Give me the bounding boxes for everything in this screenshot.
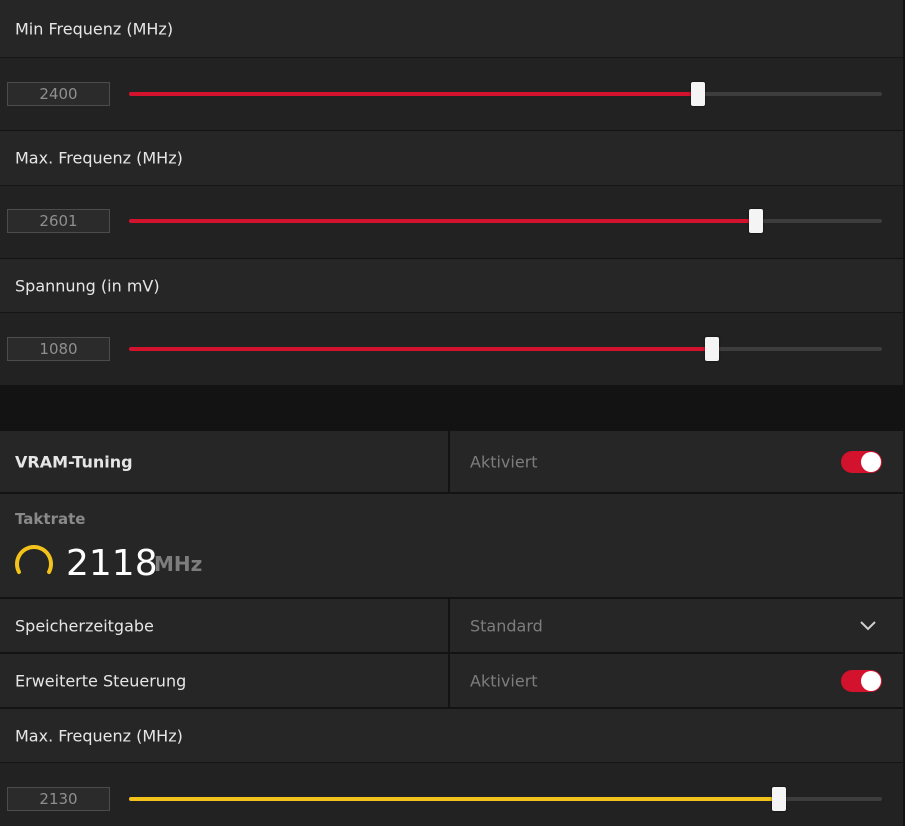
vram-max-freq-input[interactable]: 2130 (7, 787, 110, 811)
advanced-control-label-cell: Erweiterte Steuerung (0, 654, 448, 707)
chevron-down-icon[interactable] (860, 620, 876, 631)
max-freq-row: 2601 (0, 186, 903, 258)
vram-clock-heading: Taktrate (15, 510, 86, 528)
memory-timing-dropdown[interactable]: Standard (450, 599, 903, 652)
vram-max-freq-slider-thumb[interactable] (771, 787, 786, 811)
max-freq-header: Max. Frequenz (MHz) (0, 131, 903, 186)
min-freq-slider-thumb[interactable] (690, 82, 705, 106)
max-freq-label: Max. Frequenz (MHz) (15, 148, 183, 168)
advanced-control-label: Erweiterte Steuerung (15, 671, 187, 690)
vram-clock-panel: Taktrate 2118 MHz (0, 494, 903, 597)
vram-tuning-toggle-knob (861, 451, 881, 472)
vram-max-freq-slider-fill (129, 797, 779, 801)
vram-tuning-label: VRAM-Tuning (15, 452, 133, 471)
vram-tuning-toggle[interactable] (841, 450, 882, 473)
vram-max-freq-label: Max. Frequenz (MHz) (15, 726, 183, 745)
memory-timing-value: Standard (470, 616, 543, 635)
clock-gauge-icon (15, 545, 53, 574)
advanced-control-toggle-cell[interactable]: Aktiviert (450, 654, 903, 707)
max-freq-slider-thumb[interactable] (749, 209, 764, 233)
memory-timing-label: Speicherzeitgabe (15, 616, 154, 635)
memory-timing-label-cell: Speicherzeitgabe (0, 599, 448, 652)
advanced-control-toggle-knob (861, 670, 881, 691)
vram-max-freq-header: Max. Frequenz (MHz) (0, 709, 903, 763)
vram-max-freq-slider[interactable] (129, 787, 882, 811)
min-freq-slider[interactable] (129, 82, 882, 106)
voltage-slider-thumb[interactable] (704, 337, 719, 361)
min-freq-label: Min Frequenz (MHz) (15, 19, 174, 38)
max-freq-input[interactable]: 2601 (7, 209, 110, 233)
vram-max-freq-row: 2130 (0, 763, 903, 826)
vram-clock-value: 2118 (66, 543, 158, 584)
vram-tuning-status: Aktiviert (470, 452, 538, 471)
vram-tuning-toggle-cell[interactable]: Aktiviert (450, 431, 903, 492)
max-freq-slider[interactable] (129, 209, 882, 233)
min-freq-header: Min Frequenz (MHz) (0, 0, 903, 58)
voltage-label: Spannung (in mV) (15, 276, 160, 295)
voltage-header: Spannung (in mV) (0, 259, 903, 313)
voltage-slider-fill (129, 347, 712, 351)
advanced-control-toggle[interactable] (841, 669, 882, 692)
voltage-row: 1080 (0, 313, 903, 385)
min-freq-row: 2400 (0, 58, 903, 130)
min-freq-input[interactable]: 2400 (7, 82, 110, 106)
vram-clock-unit: MHz (154, 552, 203, 576)
vram-tuning-label-cell: VRAM-Tuning (0, 431, 448, 492)
max-freq-slider-fill (129, 219, 757, 223)
voltage-input[interactable]: 1080 (7, 337, 110, 361)
min-freq-slider-fill (129, 92, 698, 96)
advanced-control-status: Aktiviert (470, 671, 538, 690)
voltage-slider[interactable] (129, 337, 882, 361)
